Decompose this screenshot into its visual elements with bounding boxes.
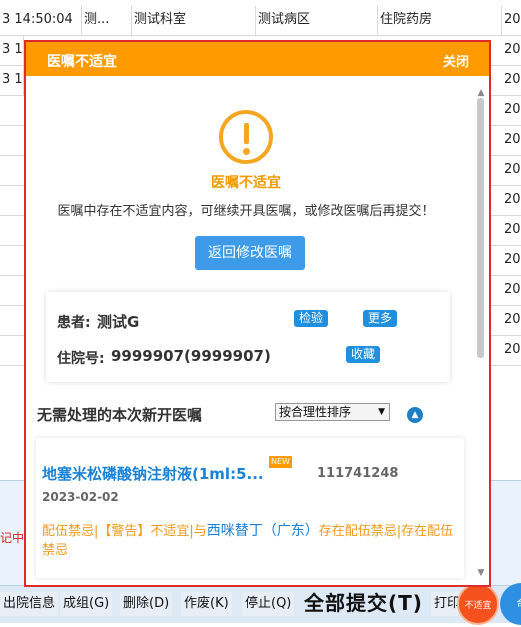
table-cell: 测试科室 — [132, 6, 256, 36]
table-cell: 20 — [504, 312, 521, 327]
discharge-info-button[interactable]: 出院信息 — [0, 592, 59, 616]
table-row[interactable]: 3 14:50:04 测... 测试科室 测试病区 住院药房 20 — [0, 6, 521, 36]
new-badge: NEW — [269, 456, 292, 468]
order-date: 2023-02-02 — [42, 490, 119, 504]
table-cell: 20 — [504, 342, 521, 357]
table-cell: 测试病区 — [256, 6, 378, 36]
chevron-up-icon[interactable]: ▲ — [407, 407, 423, 423]
inappropriate-float-button[interactable]: 不适宜 — [457, 583, 499, 625]
table-cell: 20 — [504, 12, 521, 27]
table-cell: 3 10 — [0, 36, 24, 66]
table-cell: 20 — [504, 282, 521, 297]
warning-icon — [219, 110, 273, 164]
patient-name-label: 患者: — [57, 315, 91, 331]
table-cell: 20 — [504, 192, 521, 207]
status-text: 记中 — [0, 531, 25, 545]
exam-tag[interactable]: 检验 — [294, 310, 329, 327]
table-cell: 20 — [504, 102, 521, 117]
sort-select-value: 按合理性排序 — [279, 405, 352, 419]
close-button[interactable]: 关闭 — [443, 51, 469, 70]
dialog-header: 医嘱不适宜 关闭 — [26, 42, 489, 76]
submit-all-button[interactable]: 全部提交(T) — [304, 588, 423, 618]
conflict-drug-name: 西咪替丁（广东） — [206, 523, 319, 539]
patient-info-card: 患者: 测试G 检验 更多 住院号: 9999907(9999907) 收藏 — [46, 292, 450, 382]
table-cell: 20 — [504, 132, 521, 147]
stop-button[interactable]: 停止(Q) — [242, 592, 295, 616]
favorite-tag[interactable]: 收藏 — [346, 346, 381, 363]
inappropriate-order-dialog: 医嘱不适宜 关闭 ▲ ▼ 医嘱不适宜 医嘱中存在不适宜内容，可继续开具医嘱，或修… — [24, 40, 491, 587]
warning-prefix: 配伍禁忌|【警告】不适宜|与 — [42, 524, 207, 539]
delete-button[interactable]: 删除(D) — [120, 592, 173, 616]
order-card: 地塞米松磷酸钠注射液(1ml:5... NEW 111741248 2023-0… — [36, 438, 464, 578]
vertical-scrollbar[interactable]: ▲ ▼ — [475, 88, 487, 578]
section-title: 无需处理的本次新开医嘱 — [37, 406, 203, 424]
order-code: 111741248 — [317, 466, 399, 481]
order-warning-text: 配伍禁忌|【警告】不适宜|与西咪替丁（广东）存在配伍禁忌|存在配伍禁忌 — [42, 522, 457, 560]
table-cell: 20 — [504, 162, 521, 177]
table-cell: 3 14:50:04 — [0, 6, 82, 36]
group-button[interactable]: 成组(G) — [60, 592, 113, 616]
inpatient-no: 9999907(9999907) — [111, 347, 271, 365]
chevron-down-icon: ▼ — [378, 407, 385, 417]
inpatient-no-label: 住院号: — [57, 351, 105, 367]
table-cell: 测... — [82, 6, 132, 36]
warning-message: 医嘱中存在不适宜内容，可继续开具医嘱，或修改医嘱后再提交！ — [57, 204, 435, 219]
table-cell: 20 — [504, 42, 521, 57]
scroll-down-arrow-icon[interactable]: ▼ — [475, 568, 487, 578]
void-button[interactable]: 作废(K) — [181, 592, 232, 616]
scroll-up-arrow-icon[interactable]: ▲ — [475, 88, 487, 98]
dialog-title: 医嘱不适宜 — [47, 54, 117, 70]
table-cell: 20 — [504, 222, 521, 237]
table-cell: 住院药房 — [378, 6, 502, 36]
sort-select[interactable]: 按合理性排序 ▼ — [275, 403, 390, 421]
patient-name: 测试G — [97, 313, 140, 331]
table-cell: 20 — [504, 72, 521, 87]
scrollbar-thumb[interactable] — [477, 98, 484, 358]
table-cell: 20 — [504, 252, 521, 267]
table-cell: 3 10 — [0, 66, 24, 96]
bottom-toolbar: 出院信息 成组(G) 删除(D) 作废(K) 停止(Q) 全部提交(T) 打印 — [0, 585, 521, 623]
return-modify-order-button[interactable]: 返回修改医嘱 — [195, 236, 305, 270]
order-drug-name[interactable]: 地塞米松磷酸钠注射液(1ml:5... — [42, 463, 264, 484]
warning-title: 医嘱不适宜 — [211, 175, 281, 191]
more-tag[interactable]: 更多 — [363, 310, 398, 327]
